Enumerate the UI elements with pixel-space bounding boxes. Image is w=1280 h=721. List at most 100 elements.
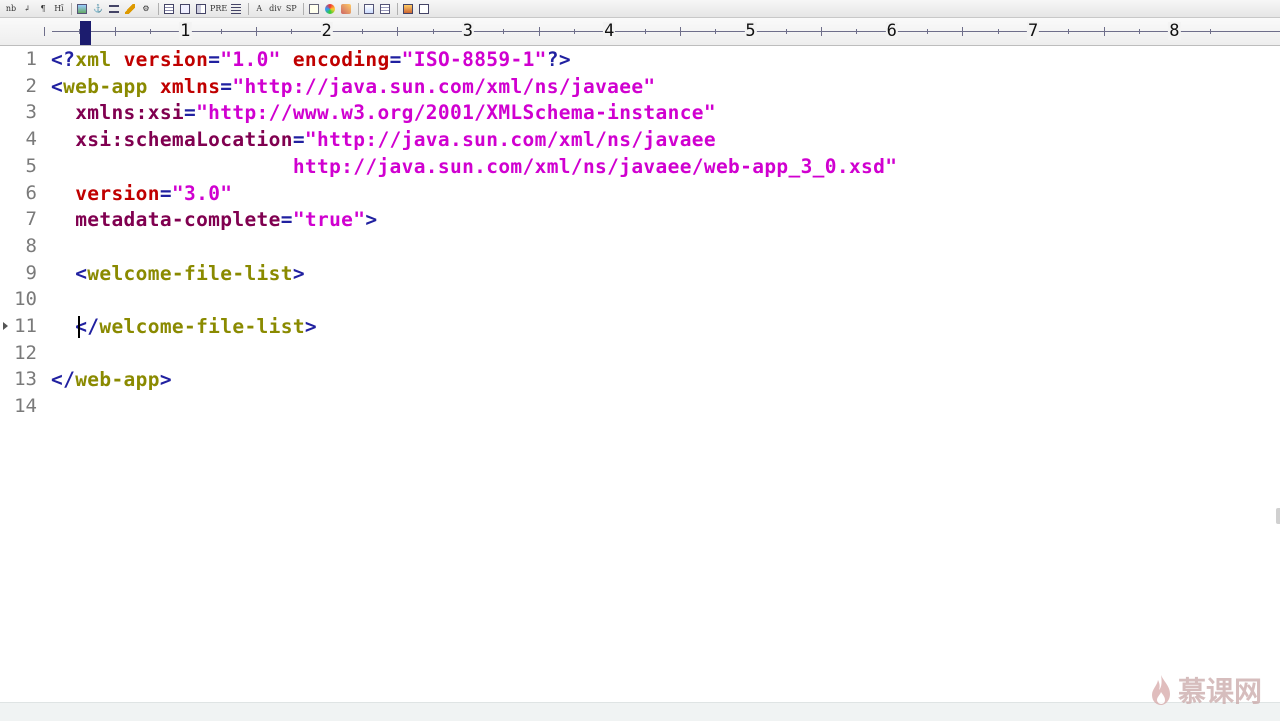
xml-punctuation: < [75,261,88,285]
toolbar-separator [248,2,250,15]
validate-icon [364,3,375,14]
line-number: 1 [25,48,37,70]
color-button[interactable] [323,2,337,16]
code-line[interactable]: 9 <welcome-file-list> [0,260,1280,287]
code-line[interactable]: 12 [0,340,1280,367]
anchor-button[interactable]: ⚓ [91,2,105,16]
code-text: <?xml version="1.0" encoding="ISO-8859-1… [51,46,571,73]
xml-attribute-value: http://java.sun.com/xml/ns/javaee/web-ap… [292,154,898,178]
ruler-tick [997,29,999,34]
anchor-label: ⚓ [93,4,103,13]
xml-punctuation: > [159,368,172,392]
ruler-number: 4 [603,21,616,41]
style-icon [380,3,391,14]
text-cursor [78,316,80,338]
code-line[interactable]: 5 http://java.sun.com/xml/ns/javaee/web-… [0,153,1280,180]
ruler-number: 3 [461,21,475,41]
code-line[interactable]: 4 xsi:schemaLocation="http://java.sun.co… [0,126,1280,153]
span-button[interactable]: SP [284,2,298,16]
line-number: 6 [25,181,37,204]
status-bar [0,702,1280,721]
ruler-tick [1139,29,1141,34]
frame-button[interactable] [194,2,208,16]
xml-attribute: version [75,181,160,205]
xml-punctuation: ?> [546,48,571,71]
ruler-tick [785,29,787,34]
ruler-tick [44,27,45,36]
code-text: </web-app> [51,366,172,393]
ruler-number: 5 [744,21,757,41]
image-button[interactable] [75,2,89,16]
ruler-tick [1068,29,1070,34]
hr-button[interactable] [107,2,121,16]
xml-punctuation: > [365,208,378,232]
preview-button[interactable] [401,2,415,16]
div-button[interactable]: div [268,2,282,16]
ruler-tick [573,29,575,34]
list-button[interactable] [229,2,243,16]
code-text: metadata-complete="true"> [51,206,377,233]
settings-button[interactable]: ⚙ [139,2,153,16]
window-button[interactable] [417,2,431,16]
xml-equals: = [292,128,305,152]
ruler-tick [361,29,363,34]
ruler-tick [644,29,646,34]
ruler-tick [856,29,858,34]
font-button[interactable]: A [252,2,266,16]
pre-button[interactable]: PRE [210,2,227,16]
nbsp-label: nb [5,4,17,13]
xml-punctuation: </ [51,368,76,392]
frame-icon [196,3,206,14]
ruler-tick [927,29,929,34]
toolbar-separator [158,2,159,15]
xml-tag-name: welcome-file-list [99,315,305,338]
xml-equals: = [184,101,197,125]
code-line[interactable]: 6 version="3.0" [0,180,1280,207]
page-button[interactable] [307,2,321,16]
code-line[interactable]: 7 metadata-complete="true"> [0,206,1280,233]
xml-punctuation: <? [51,48,76,71]
line-break-label: ↲ [23,4,31,13]
code-line[interactable]: 8 [0,233,1280,260]
validate-button[interactable] [362,2,376,16]
paragraph-button[interactable]: ¶ [36,2,50,16]
style-button[interactable] [378,2,392,16]
ruler-tick [79,29,81,34]
form-button[interactable] [178,2,192,16]
code-line[interactable]: 2 <web-app xmlns="http://java.sun.com/xml… [0,73,1280,100]
code-line[interactable]: 1 <?xml version="1.0" encoding="ISO-8859-… [0,46,1280,73]
nbsp-button[interactable]: nb [4,2,18,16]
code-editor[interactable]: 1 <?xml version="1.0" encoding="ISO-8859-… [0,46,1280,702]
table-button[interactable] [162,2,176,16]
code-line[interactable]: 14 [0,393,1280,420]
line-break-button[interactable]: ↲ [20,2,34,16]
code-line[interactable]: 13 </web-app> [0,366,1280,393]
ruler-tick [255,27,257,36]
window-icon [419,3,430,14]
toolbar-separator [303,2,305,15]
heading-button[interactable]: Hī [52,2,66,16]
column-ruler: 1 2 3 4 5 6 7 8 [0,18,1280,46]
code-line[interactable]: 11 </welcome-file-list> [0,313,1280,340]
script-button[interactable] [339,2,353,16]
code-text: version="3.0" [51,180,232,207]
edit-button[interactable] [123,2,137,16]
xml-tag-name: welcome-file-list [87,261,293,285]
xml-namespaced-attribute: xmlns:xsi [75,101,184,125]
line-number: 2 [25,74,37,97]
hr-icon [109,4,119,13]
heading-label: Hī [54,4,64,13]
script-icon [341,3,352,14]
scrollbar-handle[interactable] [1276,508,1280,524]
xml-punctuation: < [51,74,64,98]
div-label: div [269,4,282,13]
code-line[interactable]: 3 xmlns:xsi="http://www.w3.org/2001/XMLS… [0,99,1280,126]
code-text: <web-app xmlns="http://java.sun.com/xml/… [51,73,656,100]
toolbar-separator [397,2,399,15]
code-line[interactable]: 10 [0,286,1280,313]
ruler-tick [679,27,681,36]
